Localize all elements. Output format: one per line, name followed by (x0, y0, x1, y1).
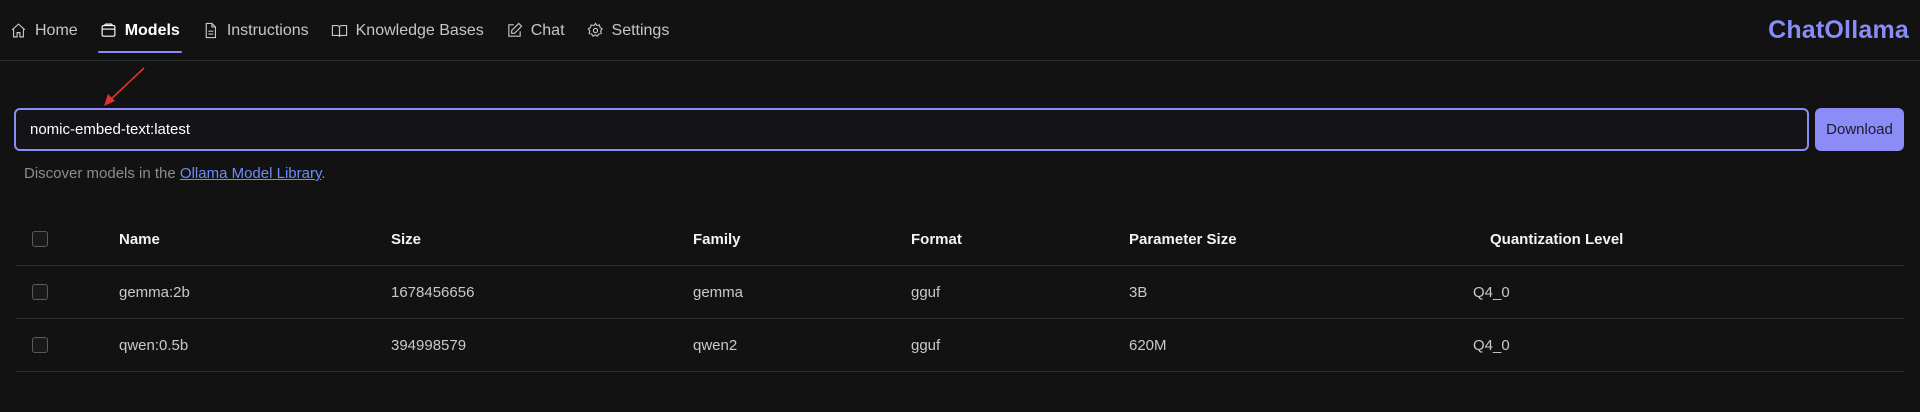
nav-settings[interactable]: Settings (576, 0, 681, 61)
model-parameter-size-cell: 3B (1129, 283, 1148, 301)
model-quantization-cell: Q4_0 (1473, 283, 1510, 301)
document-icon (205, 22, 216, 39)
model-format-cell: gguf (911, 336, 941, 354)
ollama-library-link[interactable]: Ollama Model Library (180, 165, 321, 182)
gear-icon (587, 22, 603, 37)
nav-instructions[interactable]: Instructions (191, 0, 320, 61)
column-header-format[interactable]: Format (911, 213, 962, 265)
home-icon (11, 23, 26, 38)
chat-edit-icon (507, 22, 523, 37)
nav-models-label: Models (124, 21, 180, 39)
column-header-quantization-level[interactable]: Quantization Level (1490, 213, 1623, 265)
book-icon (331, 24, 347, 37)
nav-knowledge-bases-label: Knowledge Bases (355, 21, 484, 39)
models-table: Name Size Family Format Parameter Size Q… (16, 213, 1904, 372)
model-parameter-size-cell: 620M (1129, 336, 1167, 354)
annotation-arrow-icon (104, 67, 145, 106)
row-checkbox[interactable] (32, 337, 48, 353)
nav-settings-label: Settings (611, 21, 670, 39)
nav-chat-label: Chat (530, 21, 565, 39)
model-name-cell: gemma:2b (119, 283, 190, 301)
model-size-cell: 1678456656 (391, 283, 475, 301)
column-header-size[interactable]: Size (391, 213, 421, 265)
model-name-input[interactable] (14, 108, 1809, 151)
nav-home[interactable]: Home (10, 0, 89, 61)
main-nav: Home Models Instructions Knowledge Bases… (10, 0, 680, 61)
column-header-family[interactable]: Family (693, 213, 741, 265)
column-header-parameter-size[interactable]: Parameter Size (1129, 213, 1237, 265)
nav-knowledge-bases[interactable]: Knowledge Bases (320, 0, 495, 61)
model-quantization-cell: Q4_0 (1473, 336, 1510, 354)
row-checkbox[interactable] (32, 284, 48, 300)
table-header-row: Name Size Family Format Parameter Size Q… (16, 213, 1904, 266)
column-header-name[interactable]: Name (119, 213, 160, 265)
model-library-hint: Discover models in the Ollama Model Libr… (24, 165, 326, 182)
model-format-cell: gguf (911, 283, 941, 301)
row-select-cell (32, 266, 48, 318)
model-family-cell: qwen2 (693, 336, 738, 354)
top-navigation-bar: Home Models Instructions Knowledge Bases… (0, 0, 1920, 61)
nav-instructions-label: Instructions (226, 21, 309, 39)
model-download-bar: Download (14, 108, 1907, 151)
nav-home-label: Home (35, 21, 78, 39)
row-select-cell (32, 319, 48, 371)
download-button[interactable]: Download (1815, 108, 1904, 151)
model-name-cell: qwen:0.5b (119, 336, 189, 354)
model-size-cell: 394998579 (391, 336, 467, 354)
hint-prefix: Discover models in the (24, 165, 180, 182)
hint-suffix: . (321, 165, 326, 182)
nav-chat[interactable]: Chat (495, 0, 576, 61)
nav-models[interactable]: Models (89, 0, 191, 61)
table-row[interactable]: qwen:0.5b 394998579 qwen2 gguf 620M Q4_0 (16, 319, 1904, 372)
models-icon (101, 23, 116, 37)
model-family-cell: gemma (693, 283, 744, 301)
brand-logo: ChatOllama (1768, 16, 1909, 44)
select-all-checkbox[interactable] (32, 231, 48, 247)
table-row[interactable]: gemma:2b 1678456656 gemma gguf 3B Q4_0 (16, 266, 1904, 319)
select-all-cell (32, 213, 48, 265)
